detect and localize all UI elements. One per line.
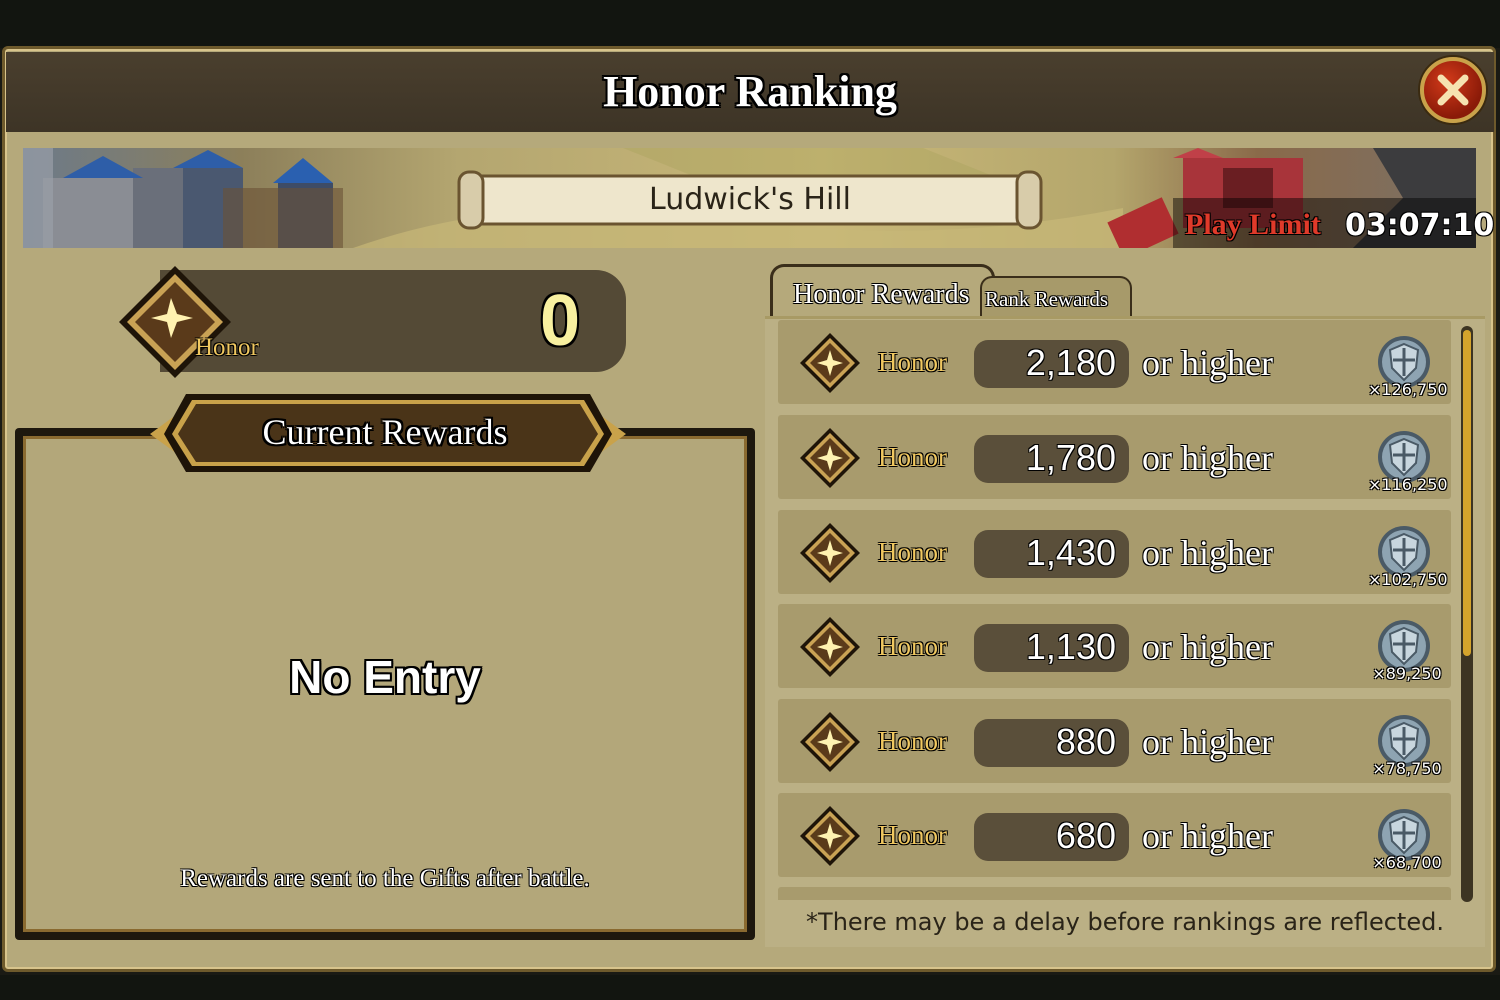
honor-label: Honor <box>195 334 259 361</box>
scrollbar-thumb[interactable] <box>1463 330 1471 656</box>
row-honor-label: Honor <box>878 726 947 756</box>
top-strip <box>0 0 1500 48</box>
reward-row: Honor 1,430 or higher ×102,750 <box>778 510 1451 594</box>
reward-list[interactable]: Honor 2,180 or higher ×126,750 Honor 1,7… <box>778 320 1452 900</box>
tab-rank-rewards-label: Rank Rewards <box>985 287 1109 311</box>
page-title: Honor Ranking <box>603 67 897 116</box>
row-reward-quantity: ×89,250 <box>1372 664 1442 683</box>
row-reward-quantity: ×78,750 <box>1372 759 1442 778</box>
row-honor-threshold: 1,430 <box>1025 532 1116 573</box>
play-limit-timer: 03:07:10 <box>1345 208 1495 243</box>
row-honor-threshold: 680 <box>1055 815 1116 856</box>
honor-star-icon <box>800 806 860 866</box>
reward-row: Honor 1,780 or higher ×116,250 <box>778 415 1451 499</box>
honor-star-icon <box>800 617 860 677</box>
current-rewards-title: Current Rewards <box>262 412 508 452</box>
row-honor-label: Honor <box>878 631 947 661</box>
row-suffix: or higher <box>1142 722 1273 762</box>
honor-value: 0 <box>540 281 581 361</box>
row-suffix: or higher <box>1142 816 1273 856</box>
tab-honor-rewards-label: Honor Rewards <box>793 279 970 310</box>
reward-row: Honor 2,180 or higher ×126,750 <box>778 320 1451 404</box>
row-honor-label: Honor <box>878 347 947 377</box>
bottom-strip <box>0 975 1500 1000</box>
row-suffix: or higher <box>1142 627 1273 667</box>
close-icon <box>1437 74 1469 106</box>
honor-star-icon <box>800 523 860 583</box>
reward-row: Honor 880 or higher ×78,750 <box>778 699 1451 783</box>
row-honor-threshold: 2,180 <box>1025 342 1116 383</box>
honor-star-icon <box>800 333 860 393</box>
no-entry-text: No Entry <box>289 651 481 703</box>
row-honor-threshold: 880 <box>1055 721 1116 762</box>
reward-row-partial <box>778 887 1451 900</box>
row-suffix: or higher <box>1142 343 1273 383</box>
row-honor-label: Honor <box>878 537 947 567</box>
row-reward-quantity: ×126,750 <box>1368 380 1448 399</box>
play-limit-label: Play Limit <box>1185 208 1321 241</box>
row-honor-threshold: 1,130 <box>1025 626 1116 667</box>
row-honor-label: Honor <box>878 442 947 472</box>
ranking-delay-note: *There may be a delay before rankings ar… <box>806 908 1444 936</box>
close-button[interactable] <box>1420 57 1486 123</box>
honor-star-icon <box>800 428 860 488</box>
row-reward-quantity: ×102,750 <box>1368 570 1448 589</box>
stage-name: Ludwick's Hill <box>649 182 851 217</box>
reward-row: Honor 1,130 or higher ×89,250 <box>778 604 1451 688</box>
row-reward-quantity: ×116,250 <box>1368 475 1448 494</box>
honor-star-icon <box>800 712 860 772</box>
reward-row: Honor 680 or higher ×68,700 <box>778 793 1451 877</box>
row-suffix: or higher <box>1142 438 1273 478</box>
rewards-note: Rewards are sent to the Gifts after batt… <box>180 865 590 892</box>
row-honor-threshold: 1,780 <box>1025 437 1116 478</box>
row-suffix: or higher <box>1142 533 1273 573</box>
row-reward-quantity: ×68,700 <box>1372 853 1442 872</box>
honor-star-icon <box>119 266 231 378</box>
row-honor-label: Honor <box>878 820 947 850</box>
